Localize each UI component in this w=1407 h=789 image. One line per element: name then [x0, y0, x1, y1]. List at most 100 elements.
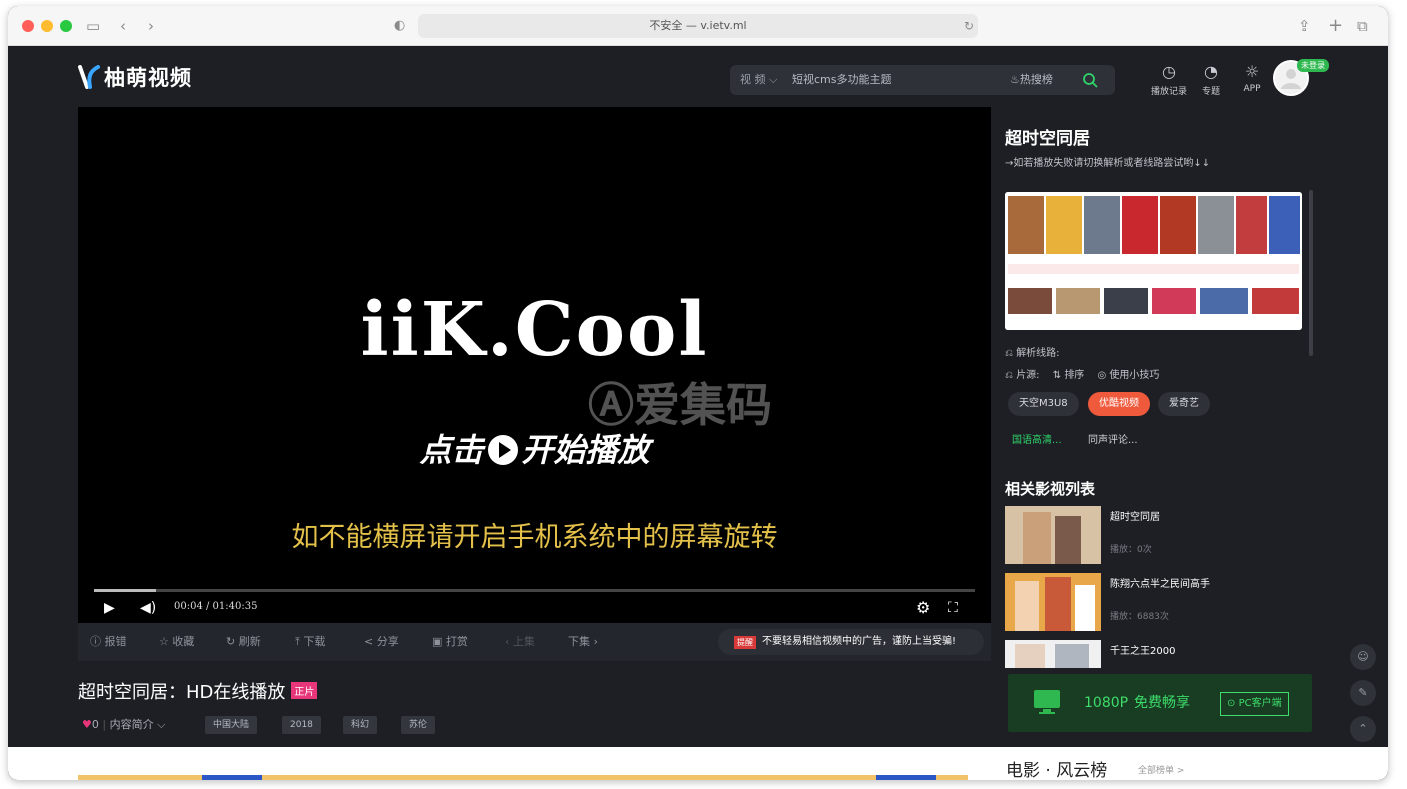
zoom-window-button[interactable]	[60, 20, 72, 32]
close-window-button[interactable]	[22, 20, 34, 32]
related-thumb	[1005, 506, 1101, 564]
related-name: 陈翔六点半之民间高手	[1110, 579, 1210, 590]
back-to-top-icon[interactable]: ⌃	[1350, 716, 1376, 742]
smile-icon[interactable]: ☺	[1350, 644, 1376, 670]
feature-badge: 正片	[291, 682, 318, 699]
site-logo[interactable]: 柚萌视频	[78, 62, 192, 92]
report-button[interactable]: ⓘ 报错	[90, 623, 127, 661]
start-suffix: 开始播放	[521, 431, 650, 469]
nav-topic[interactable]: ◔ 专题	[1188, 62, 1234, 97]
sort-button[interactable]: ⇅ 排序	[1053, 370, 1085, 381]
login-badge[interactable]: 未登录	[1297, 59, 1329, 72]
nav-history-label: 播放记录	[1150, 87, 1187, 97]
intro-toggle[interactable]: 内容简介 ⌵	[110, 718, 166, 731]
list-item[interactable]: 超时空同居 播放：0次	[1005, 506, 1305, 564]
address-bar[interactable]: 不安全 — v.ietv.ml	[418, 14, 978, 38]
like-button[interactable]: ♥0	[82, 718, 99, 731]
share-icon[interactable]: ⇪	[1298, 16, 1311, 36]
tag-chip[interactable]: 2018	[282, 716, 321, 734]
search-icon[interactable]	[1082, 72, 1098, 88]
logo-mark-icon	[78, 65, 100, 89]
source-row: ⎌ 片源: ⇅ 排序 ◎ 使用小技巧	[1005, 366, 1159, 381]
settings-gear-icon[interactable]: ⚙	[916, 599, 930, 617]
minimize-window-button[interactable]	[41, 20, 53, 32]
video-title-text: 超时空同居：HD在线播放	[78, 682, 286, 703]
list-item[interactable]: 千王之王2000	[1005, 640, 1305, 668]
refresh-button[interactable]: ↻ 刷新	[226, 623, 261, 661]
logo-text: 柚萌视频	[104, 66, 192, 90]
pc-client-button[interactable]: ⊙ PC客户端	[1220, 692, 1289, 716]
search-box[interactable]: 视 频 ⌵ 短视cms多功能主题 ♨热搜榜	[730, 65, 1115, 95]
ad-banner-image[interactable]	[1005, 192, 1302, 330]
privacy-shield-icon[interactable]: ◐	[394, 16, 405, 36]
related-thumb	[1005, 640, 1101, 668]
site-page: 柚萌视频 视 频 ⌵ 短视cms多功能主题 ♨热搜榜 ◷ 播放记录 ◔ 专题 ☼…	[8, 46, 1388, 780]
volume-icon[interactable]: ◀)	[140, 599, 156, 617]
tip-button[interactable]: ▣ 打赏	[432, 623, 468, 661]
sidebar-toggle-icon[interactable]: ▭	[86, 16, 100, 36]
clock-icon: ◷	[1162, 62, 1176, 81]
promo-text: 免费畅享	[1134, 695, 1190, 711]
tag-chip[interactable]: 苏伦	[401, 716, 436, 734]
favorite-button[interactable]: ☆ 收藏	[159, 623, 194, 661]
share-button[interactable]: < 分享	[364, 623, 399, 661]
warning-tag: 提醒	[734, 636, 756, 649]
segment-comment[interactable]: 同声评论...	[1088, 431, 1138, 451]
monitor-icon	[1034, 690, 1060, 714]
sidebar-subtitle: →如若播放失败请切换解析或者线路尝试哟↓↓	[1005, 158, 1211, 169]
ad-poster-grid	[1005, 192, 1302, 330]
app-icon: ☼	[1244, 62, 1260, 81]
source-tab-m3u8[interactable]: 天空M3U8	[1008, 392, 1079, 416]
video-title: 超时空同居：HD在线播放 正片	[78, 678, 318, 704]
progress-bar[interactable]	[94, 589, 975, 592]
ranking-more-link[interactable]: 全部榜单 >	[1138, 763, 1184, 776]
reload-icon[interactable]: ↻	[964, 16, 974, 36]
related-plays: 播放：6883次	[1110, 612, 1169, 622]
topic-icon: ◔	[1204, 62, 1218, 81]
action-bar: ⓘ 报错 ☆ 收藏 ↻ 刷新 ⤒ 下载 < 分享 ▣ 打赏 ‹ 上集 下集 › …	[78, 623, 991, 661]
source-tab-iqiyi[interactable]: 爱奇艺	[1158, 392, 1210, 416]
nav-app[interactable]: ☼ APP	[1229, 62, 1275, 94]
source-tab-youku[interactable]: 优酷视频	[1088, 392, 1150, 416]
sidebar-scrollbar[interactable]	[1309, 190, 1313, 356]
banner-strip-accent	[876, 775, 936, 780]
banner-strip-accent	[202, 775, 262, 780]
source-label: ⎌ 片源:	[1005, 370, 1040, 381]
start-play-button[interactable]: 点击 开始播放	[78, 425, 991, 471]
promo-quality: 1080P	[1084, 695, 1129, 711]
related-plays: 播放：0次	[1110, 545, 1152, 555]
download-button[interactable]: ⤒ 下载	[295, 623, 325, 661]
tab-overview-icon[interactable]: ⧉	[1357, 16, 1368, 36]
play-icon[interactable]: ▶	[104, 599, 115, 617]
list-item[interactable]: 陈翔六点半之民间高手 播放：6883次	[1005, 573, 1305, 631]
ranking-title: 电影 · 风云榜	[1006, 761, 1108, 780]
rotate-hint: 如不能横屏请开启手机系统中的屏幕旋转	[291, 522, 778, 553]
video-meta: ♥0 | 内容简介 ⌵	[82, 718, 166, 731]
sidebar-title: 超时空同居	[1005, 129, 1090, 149]
tag-chip[interactable]: 科幻	[343, 716, 378, 734]
nav-topic-label: 专题	[1201, 87, 1220, 97]
warning-text: 不要轻易相信视频中的广告，谨防上当受骗!	[762, 636, 957, 647]
nav-app-label: APP	[1243, 84, 1261, 94]
heart-icon: ♥	[82, 718, 92, 731]
forward-icon[interactable]: ›	[148, 16, 154, 36]
related-thumb	[1005, 573, 1101, 631]
pc-client-banner[interactable]: 1080P 免费畅享 ⊙ PC客户端	[1008, 674, 1312, 732]
segment-mandarin-hd[interactable]: 国语高清...	[1012, 431, 1062, 451]
tag-chip[interactable]: 中国大陆	[205, 716, 258, 734]
related-title: 相关影视列表	[1005, 480, 1096, 498]
feedback-icon[interactable]: ✎	[1350, 680, 1376, 706]
new-tab-icon[interactable]: +	[1328, 16, 1343, 36]
video-player[interactable]: iiK.Cool Ⓐ爱集码 点击 开始播放 如不能横屏请开启手机系统中的屏幕旋转 …	[78, 107, 991, 623]
hot-search-link[interactable]: ♨热搜榜	[1010, 65, 1053, 95]
fullscreen-icon[interactable]: ⛶	[948, 599, 958, 617]
back-icon[interactable]: ‹	[120, 16, 126, 36]
search-category-select[interactable]: 视 频 ⌵	[740, 65, 777, 95]
next-episode-button[interactable]: 下集 ›	[568, 623, 598, 661]
progress-fill	[94, 589, 156, 592]
start-prefix: 点击	[419, 431, 484, 469]
prev-episode-button[interactable]: ‹ 上集	[505, 623, 535, 661]
tips-button[interactable]: ◎ 使用小技巧	[1098, 370, 1160, 381]
search-input[interactable]: 短视cms多功能主题	[792, 65, 892, 95]
nav-history[interactable]: ◷ 播放记录	[1146, 62, 1192, 97]
